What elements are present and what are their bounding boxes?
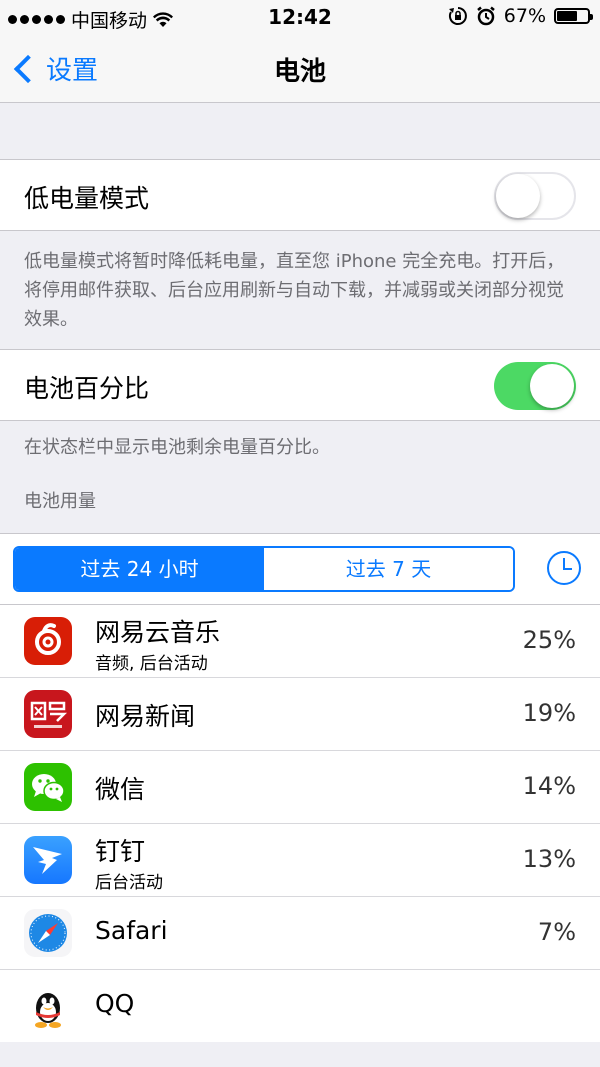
- qq-icon: [24, 982, 72, 1030]
- segment-row: 过去 24 小时 过去 7 天: [0, 534, 600, 604]
- battery-icon: [554, 8, 593, 24]
- segment-past-7-days[interactable]: 过去 7 天: [264, 548, 513, 590]
- app-usage-row[interactable]: 钉钉 后台活动 13%: [0, 823, 600, 896]
- navigation-bar: 设置 电池: [0, 34, 600, 103]
- app-percent: 25%: [522, 626, 576, 654]
- segment-past-24-hours[interactable]: 过去 24 小时: [15, 548, 264, 590]
- app-usage-row[interactable]: 网易新闻 19%: [0, 677, 600, 750]
- low-power-mode-switch[interactable]: [494, 172, 576, 220]
- app-name: QQ: [95, 989, 135, 1018]
- app-name: 微信: [95, 775, 146, 804]
- battery-percentage-switch[interactable]: [494, 362, 576, 410]
- app-usage-list: 网易云音乐 音频, 后台活动 25% 网易新闻 19% 微信 14% 钉钉 后台…: [0, 604, 600, 1042]
- battery-fill: [557, 11, 578, 21]
- app-name: 网易云音乐: [95, 618, 221, 647]
- rotation-lock-icon: [448, 7, 467, 25]
- battery-percent: 67%: [503, 5, 546, 27]
- low-power-mode-label: 低电量模式: [24, 184, 150, 213]
- app-usage-row[interactable]: 网易云音乐 音频, 后台活动 25%: [0, 604, 600, 677]
- page-title: 电池: [273, 57, 326, 87]
- status-bar: 中国移动 12:42 67%: [0, 0, 600, 34]
- app-name: 钉钉: [95, 837, 146, 866]
- status-right: 67%: [448, 5, 593, 27]
- switch-knob: [496, 174, 540, 218]
- time-range-segmented-control: 过去 24 小时 过去 7 天: [13, 546, 515, 592]
- app-percent: 13%: [522, 845, 576, 873]
- app-subtitle: 后台活动: [95, 873, 163, 893]
- battery-percentage-label: 电池百分比: [24, 374, 150, 403]
- battery-percentage-cell: 电池百分比: [0, 349, 600, 421]
- low-power-mode-cell: 低电量模式: [0, 159, 600, 231]
- app-percent: 7%: [537, 918, 576, 946]
- dingtalk-icon: [24, 836, 72, 884]
- alarm-icon: [476, 6, 495, 26]
- switch-knob: [530, 364, 574, 408]
- app-usage-row[interactable]: 微信 14%: [0, 750, 600, 823]
- safari-icon: [24, 909, 72, 957]
- app-usage-row[interactable]: Safari 7%: [0, 896, 600, 969]
- battery-usage-section: 过去 24 小时 过去 7 天 网易云音乐 音频, 后台活动 25% 网易新闻 …: [0, 533, 600, 1042]
- app-subtitle: 音频, 后台活动: [95, 654, 208, 674]
- battery-percentage-description: 在状态栏中显示电池剩余电量百分比。: [24, 437, 330, 458]
- netease-news-icon: [24, 690, 72, 738]
- battery-usage-header: 电池用量: [24, 491, 96, 512]
- app-usage-row[interactable]: QQ: [0, 969, 600, 1042]
- app-percent: 14%: [522, 772, 576, 800]
- app-name: 网易新闻: [95, 702, 196, 731]
- app-percent: 19%: [522, 699, 576, 727]
- clock-icon[interactable]: [547, 551, 581, 585]
- netease-music-icon: [24, 617, 72, 665]
- app-name: Safari: [95, 916, 168, 945]
- low-power-mode-description: 低电量模式将暂时降低耗电量，直至您 iPhone 完全充电。打开后，将停用邮件获…: [24, 251, 565, 330]
- wechat-icon: [24, 763, 72, 811]
